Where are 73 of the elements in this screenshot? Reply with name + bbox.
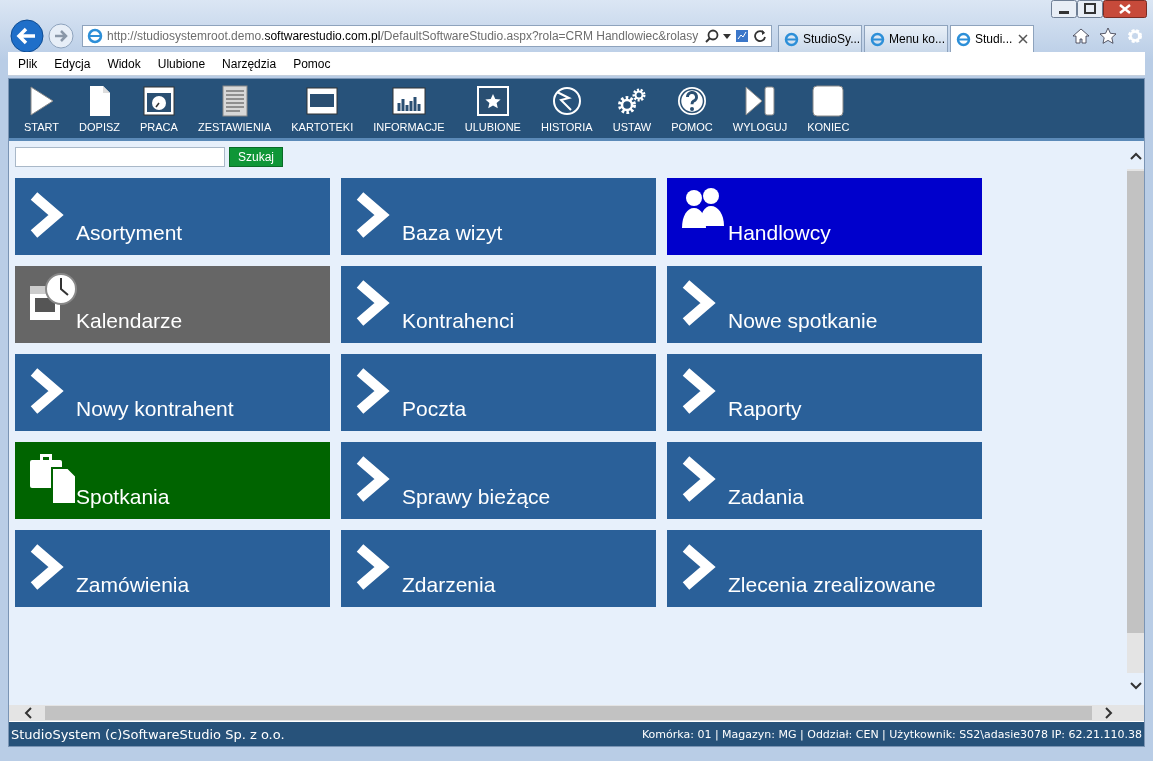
toolbar-button[interactable]: KARTOTEKI	[286, 79, 359, 138]
menu-tile[interactable]: Kontrahenci	[341, 266, 656, 343]
help-icon	[675, 84, 709, 118]
toolbar-button[interactable]: START	[19, 79, 65, 138]
session-info-text: Komórka: 01 | Magazyn: MG | Oddział: CEN | Użytkownik: SS2\adasie3078 IP: 62.21.110.38	[641, 727, 1142, 741]
chevron-icon	[354, 192, 390, 238]
chevron-icon	[354, 544, 390, 590]
chevron-icon	[354, 456, 390, 502]
toolbar-button[interactable]: USTAW	[607, 79, 657, 138]
toolbar-button[interactable]: INFORMACJE	[368, 79, 450, 138]
toolbar-button[interactable]: HISTORIA	[535, 79, 598, 138]
browser-tab[interactable]: Menu ko...	[864, 25, 948, 52]
menu-tile[interactable]: Poczta	[341, 354, 656, 431]
chevron-icon	[28, 544, 64, 590]
menu-tile[interactable]: Handlowcy	[667, 178, 982, 255]
refresh-icon[interactable]	[753, 29, 767, 43]
horizontal-scrollbar[interactable]	[45, 706, 1092, 720]
toolbar-button[interactable]: ZESTAWIENIA	[192, 79, 277, 138]
maximize-icon[interactable]	[1077, 0, 1103, 18]
close-icon[interactable]	[1103, 0, 1147, 18]
menu-item[interactable]: Narzędzia	[222, 56, 277, 71]
menu-tile[interactable]: Raporty	[667, 354, 982, 431]
menu-tile[interactable]: Zlecenia zrealizowane	[667, 530, 982, 607]
square-icon	[811, 84, 846, 118]
address-bar[interactable]: http://studiosystemroot.demo.softwarestudio.com.pl/DefaultSoftwareStudio.aspx?rola=CRM Handlowiec&rolasy	[82, 25, 772, 47]
compatibility-icon[interactable]	[735, 29, 749, 43]
skip-end-icon	[743, 84, 777, 118]
menu-tile[interactable]: Spotkania	[15, 442, 330, 519]
chevron-icon	[28, 192, 64, 238]
menu-tile[interactable]: Zadania	[667, 442, 982, 519]
window-gauge-icon	[141, 84, 176, 118]
menu-tile[interactable]: Asortyment	[15, 178, 330, 255]
copyright-text: StudioSystem (c)SoftwareStudio Sp. z o.o.	[11, 726, 285, 742]
toolbar-button[interactable]: POMOC	[666, 79, 718, 138]
chevron-icon	[354, 280, 390, 326]
toolbar-button[interactable]: PRACA	[135, 79, 183, 138]
star-window-icon	[475, 84, 510, 118]
menu-tile[interactable]: Nowy kontrahent	[15, 354, 330, 431]
menu-tile[interactable]: Nowe spotkanie	[667, 266, 982, 343]
minimize-icon[interactable]	[1051, 0, 1077, 18]
toolbar-button[interactable]: DOPISZ	[74, 79, 125, 138]
chevron-icon	[680, 544, 716, 590]
close-icon[interactable]	[1018, 34, 1028, 44]
star-icon[interactable]	[1099, 27, 1117, 45]
menu-item[interactable]: Pomoc	[293, 56, 331, 71]
search-button[interactable]: Szukaj	[229, 147, 284, 167]
menu-tile[interactable]: Zdarzenia	[341, 530, 656, 607]
toolbar-button[interactable]: WYLOGUJ	[727, 79, 793, 138]
window-icon	[305, 84, 340, 118]
bar-chart-icon	[391, 84, 426, 118]
chevron-icon	[680, 280, 716, 326]
browser-tab[interactable]: Studi...	[950, 25, 1034, 52]
chevron-icon	[680, 368, 716, 414]
menu-item[interactable]: Widok	[107, 56, 141, 71]
chevron-icon	[28, 368, 64, 414]
search-field[interactable]	[15, 147, 225, 167]
search-icon[interactable]	[705, 29, 719, 43]
toolbar-button[interactable]: ULUBIONE	[459, 79, 526, 138]
menu-item[interactable]: Edycja	[54, 56, 91, 71]
menu-tile[interactable]: Zamówienia	[15, 530, 330, 607]
vertical-scrollbar[interactable]	[1127, 169, 1144, 673]
url-text: http://studiosystemroot.demo.softwarestudio.com.pl/DefaultSoftwareStudio.aspx?rola=CRM Handlowiec&rolasy	[107, 29, 700, 43]
chevron-icon	[680, 456, 716, 502]
menu-item[interactable]: Ulubione	[157, 56, 206, 71]
menu-tile[interactable]: Kalendarze	[15, 266, 330, 343]
chevron-icon	[354, 368, 390, 414]
menu-tile[interactable]: Sprawy bieżące	[341, 442, 656, 519]
home-icon[interactable]	[1072, 27, 1090, 45]
browser-tab[interactable]: StudioSy...	[778, 25, 862, 52]
menu-item[interactable]: Plik	[18, 56, 38, 71]
toolbar-button[interactable]: KONIEC	[802, 79, 855, 138]
caret-icon[interactable]	[723, 32, 731, 40]
menu-tile[interactable]: Baza wizyt	[341, 178, 656, 255]
